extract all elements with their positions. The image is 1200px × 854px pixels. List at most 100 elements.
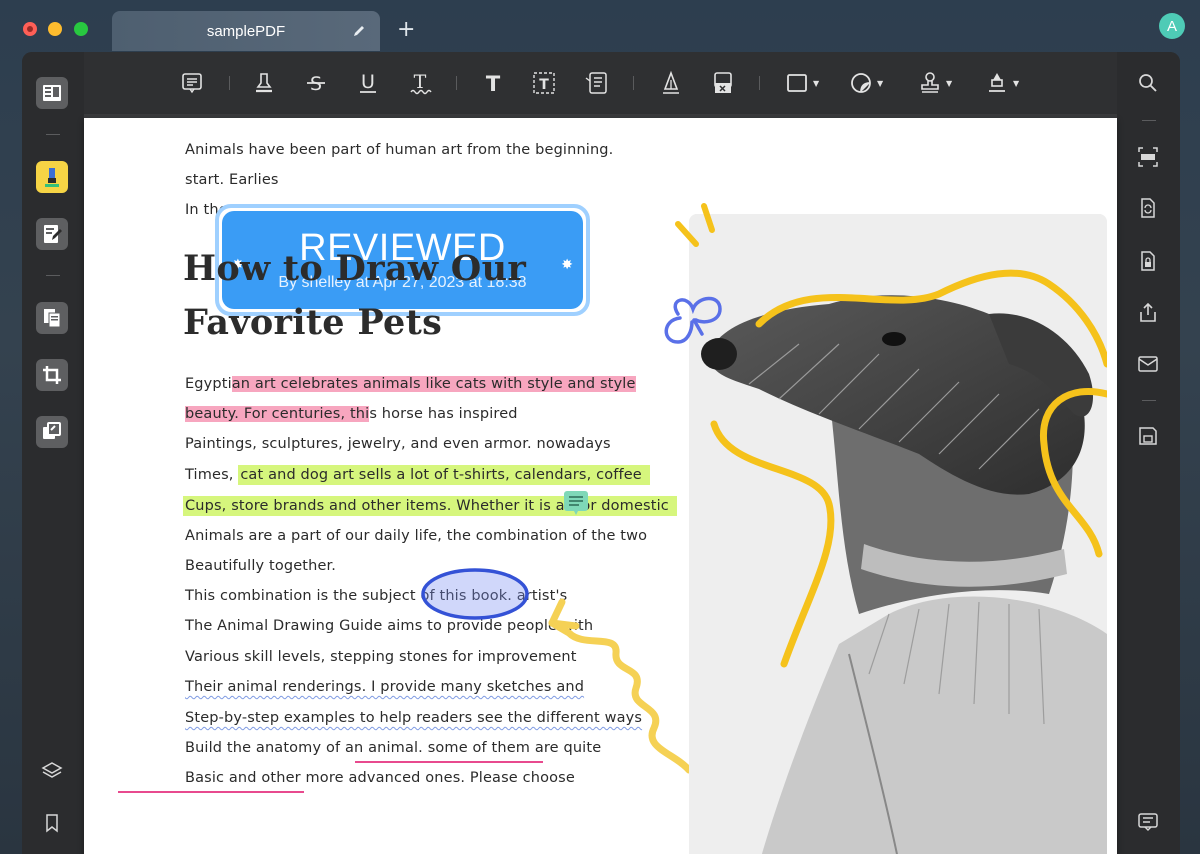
text-box-icon: T bbox=[533, 72, 555, 94]
chevron-down-icon: ▼ bbox=[813, 78, 820, 88]
organize-pages-button[interactable] bbox=[36, 302, 68, 334]
sticker-tool-dropdown[interactable]: ▼ bbox=[848, 68, 883, 98]
svg-text:U: U bbox=[361, 71, 375, 93]
svg-text:T: T bbox=[414, 71, 427, 93]
comment-mode-button[interactable] bbox=[36, 161, 68, 193]
svg-text:S: S bbox=[310, 73, 322, 95]
layers-button[interactable] bbox=[39, 758, 65, 784]
sticky-note-annotation[interactable] bbox=[563, 490, 589, 516]
underline-icon: U bbox=[360, 71, 376, 93]
toolbar-divider bbox=[633, 76, 634, 90]
stamp-tool-dropdown[interactable]: ▼ bbox=[917, 68, 952, 98]
reader-mode-button[interactable] bbox=[36, 77, 68, 109]
text-icon: T bbox=[486, 72, 501, 96]
annotation-toolbar: S U T T T ▼ ▼ ▼ ▼ bbox=[84, 52, 1117, 114]
text-tool[interactable]: T bbox=[480, 68, 506, 98]
document-viewport[interactable]: Animals have been part of human art from… bbox=[84, 114, 1117, 854]
ellipse-annotation[interactable] bbox=[419, 566, 531, 622]
signature-tool-dropdown[interactable]: ▼ bbox=[984, 68, 1019, 98]
rail-divider bbox=[1142, 400, 1156, 401]
ocr-icon bbox=[1138, 147, 1158, 167]
minimize-window-button[interactable] bbox=[48, 22, 62, 36]
body-text: Times, bbox=[185, 467, 239, 483]
app-window: S U T T T ▼ ▼ ▼ ▼ Animals have been part… bbox=[22, 52, 1180, 854]
freehand-arrow-annotation[interactable] bbox=[524, 578, 694, 778]
comments-panel-button[interactable] bbox=[1135, 809, 1161, 835]
page-title: Favorite Pets bbox=[183, 302, 443, 343]
share-button[interactable] bbox=[1135, 300, 1161, 326]
body-line: beauty. For centuries, this horse has in… bbox=[185, 406, 518, 422]
search-icon bbox=[1139, 74, 1157, 92]
text-callout-icon bbox=[585, 72, 607, 94]
protect-button[interactable] bbox=[1135, 248, 1161, 274]
ocr-button[interactable] bbox=[1135, 144, 1161, 170]
pencil-icon[interactable] bbox=[352, 24, 366, 38]
shape-tool-dropdown[interactable]: ▼ bbox=[784, 68, 819, 98]
intro-line: Animals have been part of human art from… bbox=[185, 142, 614, 158]
document-tab[interactable]: samplePDF bbox=[112, 11, 380, 51]
search-button[interactable] bbox=[1135, 70, 1161, 96]
intro-line: start. Earlies bbox=[185, 172, 279, 188]
chevron-down-icon: ▼ bbox=[946, 78, 953, 88]
pink-underline[interactable] bbox=[355, 761, 543, 763]
butterfly-sticker[interactable] bbox=[658, 294, 728, 354]
strikethrough-tool[interactable]: S bbox=[303, 68, 329, 98]
page-title: How to Draw Our bbox=[183, 248, 527, 289]
save-button[interactable] bbox=[1135, 423, 1161, 449]
bookmark-icon bbox=[46, 814, 58, 833]
new-tab-button[interactable]: + bbox=[397, 19, 415, 41]
rectangle-icon bbox=[787, 74, 807, 92]
pdf-page[interactable]: Animals have been part of human art from… bbox=[84, 118, 1117, 854]
svg-text:T: T bbox=[539, 77, 549, 93]
crop-icon bbox=[43, 366, 61, 384]
dog-sketch-image[interactable] bbox=[689, 214, 1107, 854]
save-icon bbox=[1139, 427, 1157, 445]
close-window-button[interactable] bbox=[23, 22, 37, 36]
pink-highlight[interactable]: an art celebrates animals like cats with… bbox=[231, 376, 636, 392]
text-box-tool[interactable]: T bbox=[531, 68, 557, 98]
highlight-tool[interactable] bbox=[251, 68, 277, 98]
rail-divider bbox=[46, 134, 60, 135]
layers-stack-icon bbox=[43, 422, 61, 439]
pencil-tool[interactable] bbox=[658, 68, 684, 98]
edit-pdf-button[interactable] bbox=[36, 218, 68, 250]
sticky-note-tool[interactable] bbox=[179, 68, 205, 98]
lock-file-icon bbox=[1141, 251, 1155, 271]
tab-title: samplePDF bbox=[206, 22, 286, 40]
rail-divider bbox=[46, 275, 60, 276]
chevron-down-icon: ▼ bbox=[877, 78, 884, 88]
layers-icon bbox=[41, 762, 63, 778]
body-line: Times, cat and dog art sells a lot of t-… bbox=[185, 465, 650, 485]
email-button[interactable] bbox=[1135, 351, 1161, 377]
bookmark-button[interactable] bbox=[39, 810, 65, 836]
underlined-text[interactable]: Basic and other more adv bbox=[185, 770, 376, 786]
edit-document-icon bbox=[44, 225, 62, 243]
chevron-down-icon: ▼ bbox=[1013, 78, 1020, 88]
pink-underline[interactable] bbox=[118, 791, 304, 793]
highlighter-pen-icon bbox=[256, 73, 272, 93]
pen-nib-icon bbox=[663, 70, 679, 94]
eraser-tool[interactable] bbox=[710, 68, 736, 98]
right-sidebar bbox=[1117, 52, 1180, 854]
share-icon bbox=[1140, 302, 1156, 322]
body-line: Beautifully together. bbox=[185, 558, 337, 574]
zoom-window-button[interactable] bbox=[74, 22, 88, 36]
sparkle-doodle[interactable] bbox=[674, 202, 734, 252]
body-line: Paintings, sculptures, jewelry, and even… bbox=[185, 436, 611, 452]
title-bar: samplePDF + A bbox=[0, 0, 1200, 58]
squiggly-tool[interactable]: T bbox=[407, 68, 433, 98]
toolbar-divider bbox=[456, 76, 457, 90]
stamp-icon bbox=[921, 72, 939, 93]
avatar[interactable]: A bbox=[1159, 13, 1185, 39]
green-highlight[interactable]: cat and dog art sells a lot of t-shirts,… bbox=[238, 465, 650, 485]
batch-tools-button[interactable] bbox=[36, 416, 68, 448]
green-highlight[interactable]: Cups, store brands and other items. Whet… bbox=[183, 496, 677, 516]
underline-tool[interactable]: U bbox=[355, 68, 381, 98]
eraser-icon bbox=[714, 72, 732, 93]
text-callout-tool[interactable] bbox=[583, 68, 609, 98]
convert-button[interactable] bbox=[1135, 195, 1161, 221]
body-line: Basic and other more advanced ones. Plea… bbox=[185, 770, 575, 786]
left-sidebar bbox=[22, 52, 84, 854]
crop-pages-button[interactable] bbox=[36, 359, 68, 391]
pink-highlight[interactable]: beauty. For centuries, thi bbox=[185, 406, 370, 422]
